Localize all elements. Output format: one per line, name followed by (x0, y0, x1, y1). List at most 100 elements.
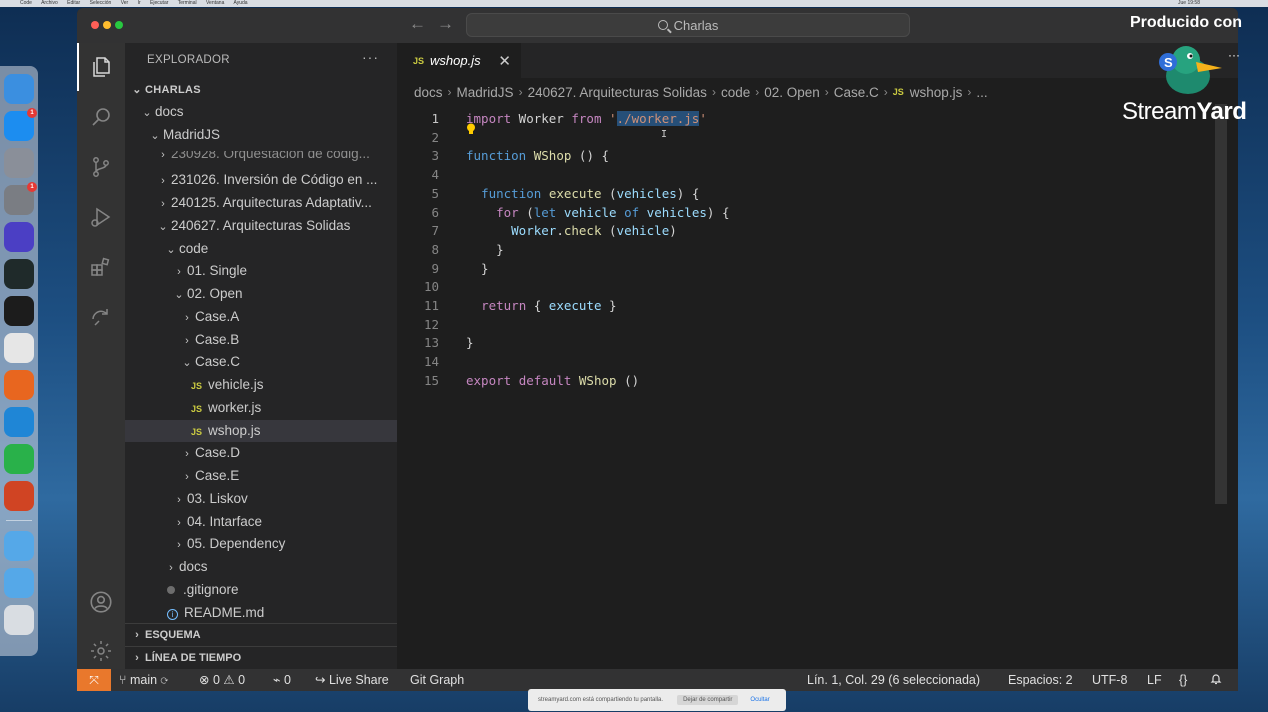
close-tab-icon[interactable]: ✕ (498, 52, 511, 70)
app-store-icon[interactable]: 1 (4, 107, 37, 141)
search-icon[interactable] (77, 93, 125, 141)
menu-clock[interactable]: Jue 19:58 (1178, 0, 1200, 7)
menu-item[interactable]: Selección (90, 0, 112, 6)
run-debug-icon[interactable] (77, 193, 125, 241)
whatsapp-icon[interactable] (4, 443, 34, 474)
cursor-position-status[interactable]: Lín. 1, Col. 29 (6 seleccionada) (807, 669, 980, 691)
encoding-status[interactable]: UTF-8 (1092, 669, 1127, 691)
code-line[interactable]: 9 } (397, 260, 1197, 279)
tree-folder[interactable]: › Case.A (125, 306, 397, 328)
finder-icon[interactable] (4, 73, 34, 104)
code-line[interactable]: 15 export default WShop () (397, 372, 1197, 391)
source-control-icon[interactable] (77, 143, 125, 191)
tree-file[interactable]: i README.md (125, 602, 397, 624)
chrome-icon[interactable] (4, 332, 34, 363)
breadcrumb-item[interactable]: 02. Open (764, 85, 820, 100)
code-line[interactable]: 3 function WShop () { (397, 147, 1197, 166)
tree-folder[interactable]: › 230928. Orquestación de códig... (125, 151, 397, 161)
minimize-window-button[interactable] (103, 21, 111, 29)
stop-sharing-button[interactable]: Dejar de compartir (677, 695, 739, 705)
hide-notice-link[interactable]: Ocultar (750, 697, 769, 703)
code-line[interactable]: 5 function execute (vehicles) { (397, 185, 1197, 204)
eol-status[interactable]: LF (1147, 669, 1162, 691)
code-line[interactable]: 13} (397, 334, 1197, 353)
outline-section[interactable]: › ESQUEMA (125, 623, 397, 646)
command-center-search[interactable]: Charlas (466, 13, 910, 37)
tree-folder[interactable]: › 04. Intarface (125, 511, 397, 533)
code-line[interactable]: 6 for (let vehicle of vehicles) { (397, 204, 1197, 223)
remote-share-icon[interactable] (77, 293, 125, 341)
code-line[interactable]: 14 (397, 353, 1197, 372)
tree-folder[interactable]: ⌄ MadridJS (125, 124, 397, 146)
code-line[interactable]: 10 (397, 278, 1197, 297)
code-editor[interactable]: 1 import Worker from './worker.js' 2 3 funct… (397, 104, 1227, 669)
indentation-status[interactable]: Espacios: 2 (1008, 669, 1073, 691)
tree-folder[interactable]: › docs (125, 556, 397, 578)
menu-item[interactable]: Archivo (41, 0, 58, 6)
vscode-icon[interactable] (4, 406, 34, 437)
menu-item[interactable]: Ayuda (233, 0, 247, 6)
zoom-window-button[interactable] (115, 21, 123, 29)
folder-icon[interactable] (4, 567, 34, 598)
tree-file[interactable]: JS vehicle.js (125, 374, 397, 396)
tree-file[interactable]: JS worker.js (125, 397, 397, 419)
workspace-root[interactable]: ⌄ CHARLAS (125, 79, 397, 101)
folder-icon[interactable] (4, 530, 34, 561)
code-line[interactable]: 4 (397, 166, 1197, 185)
code-line[interactable]: 7 Worker.check (vehicle) (397, 222, 1197, 241)
tree-folder[interactable]: › Case.E (125, 465, 397, 487)
tree-folder[interactable]: ⌄ Case.C (125, 351, 397, 373)
breadcrumb-item[interactable]: wshop.js (910, 85, 963, 100)
tree-folder[interactable]: › Case.D (125, 442, 397, 464)
live-share-button[interactable]: ↪ Live Share (315, 669, 389, 691)
tree-folder[interactable]: › 231026. Inversión de Código en ... (125, 169, 397, 191)
ports-status[interactable]: ⌁ 0 (273, 669, 291, 691)
trash-icon[interactable] (4, 604, 34, 635)
breadcrumb-item[interactable]: code (721, 85, 750, 100)
tree-folder[interactable]: › Case.B (125, 329, 397, 351)
tree-folder[interactable]: › 01. Single (125, 260, 397, 282)
account-icon[interactable] (77, 578, 125, 626)
code-line[interactable]: 8 } (397, 241, 1197, 260)
editor-scrollbar[interactable] (1215, 104, 1227, 504)
tree-folder[interactable]: ⌄ code (125, 238, 397, 260)
timeline-section[interactable]: › LÍNEA DE TIEMPO (125, 646, 397, 669)
activity-monitor-icon[interactable] (4, 258, 34, 289)
settings-gear-icon[interactable] (77, 627, 125, 675)
powerpoint-icon[interactable] (4, 480, 34, 511)
tree-folder[interactable]: › 240125. Arquitecturas Adaptativ... (125, 192, 397, 214)
close-window-button[interactable] (91, 21, 99, 29)
more-actions-icon[interactable]: ··· (362, 49, 379, 65)
tree-folder[interactable]: ⌄ 02. Open (125, 283, 397, 305)
tree-folder[interactable]: › 03. Liskov (125, 488, 397, 510)
breadcrumb-item[interactable]: Case.C (834, 85, 879, 100)
menu-app-name[interactable]: Code (20, 0, 32, 6)
extensions-icon[interactable] (77, 243, 125, 291)
menu-item[interactable]: Ir (138, 0, 141, 6)
remote-indicator-icon[interactable]: ⤧ (77, 669, 111, 691)
launchpad-icon[interactable] (4, 147, 34, 178)
back-arrow-icon[interactable]: ← (409, 14, 426, 34)
notifications-bell-icon[interactable] (1210, 669, 1222, 691)
branch-status[interactable]: ⑂ main ⟳ (119, 669, 168, 691)
code-line[interactable]: 2 (397, 129, 1197, 148)
git-graph-button[interactable]: Git Graph (410, 669, 464, 691)
siri-icon[interactable] (4, 221, 34, 252)
breadcrumb-item[interactable]: MadridJS (457, 85, 514, 100)
language-mode-status[interactable]: {} (1179, 669, 1187, 691)
menu-item[interactable]: Terminal (178, 0, 197, 6)
problems-status[interactable]: ⊗ 0 ⚠ 0 (199, 669, 245, 691)
code-line[interactable]: 11 return { execute } (397, 297, 1197, 316)
breadcrumb-item[interactable]: 240627. Arquitecturas Solidas (528, 85, 707, 100)
tree-file[interactable]: .gitignore (125, 579, 397, 601)
tree-folder[interactable]: › 05. Dependency (125, 533, 397, 555)
tab-wshop-js[interactable]: JS wshop.js ✕ (397, 43, 521, 78)
terminal-icon[interactable] (4, 295, 34, 326)
menu-item[interactable]: Ver (121, 0, 129, 6)
breadcrumb-item[interactable]: docs (414, 85, 443, 100)
code-line[interactable]: 1 import Worker from './worker.js' (397, 110, 1197, 129)
firefox-icon[interactable] (4, 369, 34, 400)
tree-folder[interactable]: ⌄ docs (125, 101, 397, 123)
tree-folder[interactable]: ⌄ 240627. Arquitecturas Solidas (125, 215, 397, 237)
breadcrumb-item[interactable]: ... (976, 85, 987, 100)
